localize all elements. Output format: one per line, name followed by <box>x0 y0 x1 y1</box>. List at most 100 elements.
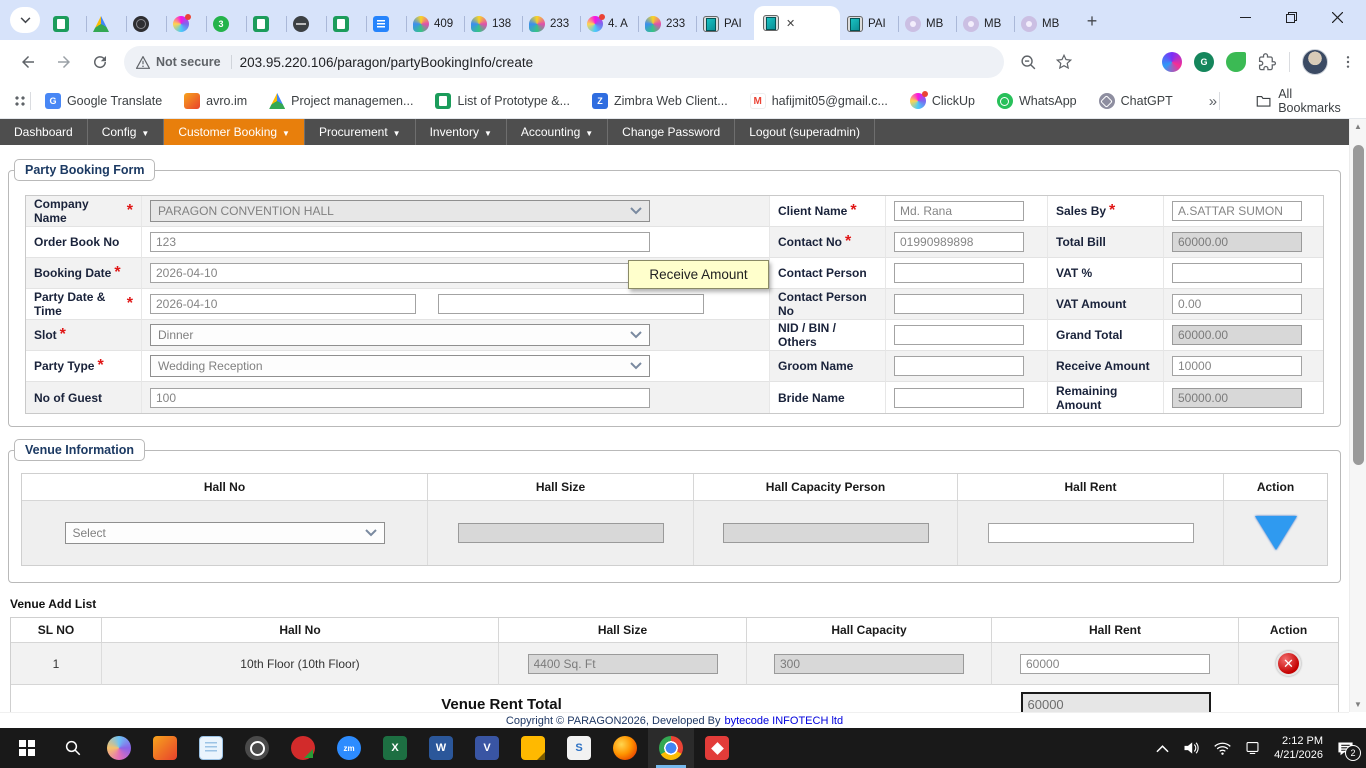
taskbar-avro-button[interactable] <box>142 728 188 768</box>
booking-date-field[interactable] <box>150 263 650 283</box>
bookmark-item[interactable]: avro.im <box>184 93 247 109</box>
taskbar-sticky-notes-button[interactable] <box>510 728 556 768</box>
browser-tab[interactable]: 233 <box>522 8 580 40</box>
cast-device-icon[interactable] <box>1245 741 1260 755</box>
browser-tab[interactable]: PAI <box>696 8 754 40</box>
active-tab[interactable]: ✕ <box>754 6 840 40</box>
browser-tab[interactable] <box>326 8 366 40</box>
developer-link[interactable]: bytecode INFOTECH ltd <box>724 715 843 727</box>
browser-tab[interactable] <box>46 8 86 40</box>
browser-tab[interactable] <box>86 8 126 40</box>
browser-tab[interactable]: 138 <box>464 8 522 40</box>
taskbar-chrome-button[interactable] <box>648 728 694 768</box>
bookmark-item[interactable]: Zimbra Web Client... <box>592 93 728 109</box>
taskbar-firefox-button[interactable] <box>602 728 648 768</box>
extension-gradient-icon[interactable] <box>1162 52 1182 72</box>
hall-no-select[interactable]: Select <box>65 522 385 544</box>
bookmarks-overflow-chevron[interactable]: » <box>1209 93 1217 110</box>
security-chip[interactable]: Not secure <box>136 55 232 69</box>
new-tab-button[interactable]: + <box>1078 7 1106 35</box>
vat-field[interactable] <box>1172 263 1302 283</box>
tab-scroll-button[interactable] <box>10 7 40 33</box>
sales-by-field[interactable] <box>1172 201 1302 221</box>
browser-tab[interactable] <box>206 8 246 40</box>
maximize-button[interactable] <box>1268 0 1314 34</box>
tray-chevron-up-icon[interactable] <box>1156 744 1169 753</box>
contact-no-field[interactable] <box>894 232 1024 252</box>
bookmark-item[interactable]: ChatGPT <box>1099 93 1173 109</box>
browser-tab[interactable]: MB <box>898 8 956 40</box>
extensions-puzzle-icon[interactable] <box>1258 53 1277 72</box>
address-bar[interactable]: Not secure 203.95.220.106/paragon/partyB… <box>124 46 1004 78</box>
page-scrollbar[interactable]: ▲ ▼ <box>1349 119 1366 712</box>
zoom-indicator-icon[interactable] <box>1012 46 1044 78</box>
no-of-guest-field[interactable] <box>150 388 650 408</box>
vat-amount-field[interactable] <box>1172 294 1302 314</box>
taskbar-search-button[interactable] <box>50 728 96 768</box>
nav-item-change-password[interactable]: Change Password <box>608 119 735 145</box>
slot-select[interactable]: Dinner <box>150 324 650 346</box>
taskbar-sublime-button[interactable]: S <box>556 728 602 768</box>
bookmark-item[interactable]: Project managemen... <box>269 93 413 109</box>
nav-item-config[interactable]: Config▼ <box>88 119 165 145</box>
nav-item-accounting[interactable]: Accounting▼ <box>507 119 608 145</box>
wifi-icon[interactable] <box>1214 742 1231 755</box>
contact-person-field[interactable] <box>894 263 1024 283</box>
browser-tab[interactable]: PAI <box>840 8 898 40</box>
tab-close-icon[interactable]: ✕ <box>786 17 795 30</box>
browser-tab[interactable]: 4. A <box>580 8 638 40</box>
browser-tab[interactable]: MB <box>956 8 1014 40</box>
browser-tab[interactable]: 233 <box>638 8 696 40</box>
bride-name-field[interactable] <box>894 388 1024 408</box>
bookmark-star-icon[interactable] <box>1048 46 1080 78</box>
taskbar-start-button[interactable] <box>4 728 50 768</box>
taskbar-excel-button[interactable]: X <box>372 728 418 768</box>
list-hall-rent-field[interactable] <box>1020 654 1210 674</box>
nav-item-inventory[interactable]: Inventory▼ <box>416 119 507 145</box>
party-date-time-field[interactable] <box>150 294 416 314</box>
nav-item-dashboard[interactable]: Dashboard <box>0 119 88 145</box>
browser-tab[interactable] <box>366 8 406 40</box>
close-window-button[interactable] <box>1314 0 1360 34</box>
bookmark-item[interactable]: hafijmit05@gmail.c... <box>750 93 888 109</box>
reload-button[interactable] <box>84 46 116 78</box>
taskbar-word-button[interactable]: W <box>418 728 464 768</box>
taskbar-red-app-button[interactable] <box>694 728 740 768</box>
order-book-no-field[interactable] <box>150 232 650 252</box>
back-button[interactable] <box>12 46 44 78</box>
taskbar-irfanview-button[interactable] <box>280 728 326 768</box>
nav-item-procurement[interactable]: Procurement▼ <box>305 119 416 145</box>
browser-tab[interactable] <box>126 8 166 40</box>
party-date-time-field[interactable] <box>438 294 704 314</box>
nid-bin-others-field[interactable] <box>894 325 1024 345</box>
taskbar-whatsapp-button[interactable] <box>234 728 280 768</box>
browser-menu-icon[interactable] <box>1340 54 1356 70</box>
bookmark-item[interactable]: List of Prototype &... <box>435 93 570 109</box>
scrollbar-down-arrow[interactable]: ▼ <box>1350 697 1366 712</box>
company-name-select[interactable]: PARAGON CONVENTION HALL <box>150 200 650 222</box>
party-type-select[interactable]: Wedding Reception <box>150 355 650 377</box>
nav-item-customer-booking[interactable]: Customer Booking▼ <box>164 119 305 145</box>
bookmark-item[interactable]: WhatsApp <box>997 93 1077 109</box>
hall-rent-field[interactable] <box>988 523 1194 543</box>
browser-tab[interactable] <box>166 8 206 40</box>
bookmark-item[interactable]: Google Translate <box>45 93 162 109</box>
add-venue-button[interactable] <box>1255 516 1297 550</box>
taskbar-visio-button[interactable]: V <box>464 728 510 768</box>
taskbar-zoom-button[interactable]: zm <box>326 728 372 768</box>
receive-amount-field[interactable] <box>1172 356 1302 376</box>
profile-avatar[interactable] <box>1302 49 1328 75</box>
browser-tab[interactable]: MB <box>1014 8 1072 40</box>
scrollbar-up-arrow[interactable]: ▲ <box>1350 119 1366 134</box>
adblock-leaf-icon[interactable] <box>1226 52 1246 72</box>
groom-name-field[interactable] <box>894 356 1024 376</box>
browser-tab[interactable] <box>246 8 286 40</box>
browser-tab[interactable] <box>286 8 326 40</box>
minimize-button[interactable] <box>1222 0 1268 34</box>
scrollbar-thumb[interactable] <box>1353 145 1364 465</box>
bookmark-item[interactable]: ClickUp <box>910 93 975 109</box>
volume-icon[interactable] <box>1183 741 1200 755</box>
nav-item-logout-superadmin-[interactable]: Logout (superadmin) <box>735 119 875 145</box>
taskbar-clock[interactable]: 2:12 PM 4/21/2026 <box>1274 734 1323 763</box>
grammarly-icon[interactable] <box>1194 52 1214 72</box>
